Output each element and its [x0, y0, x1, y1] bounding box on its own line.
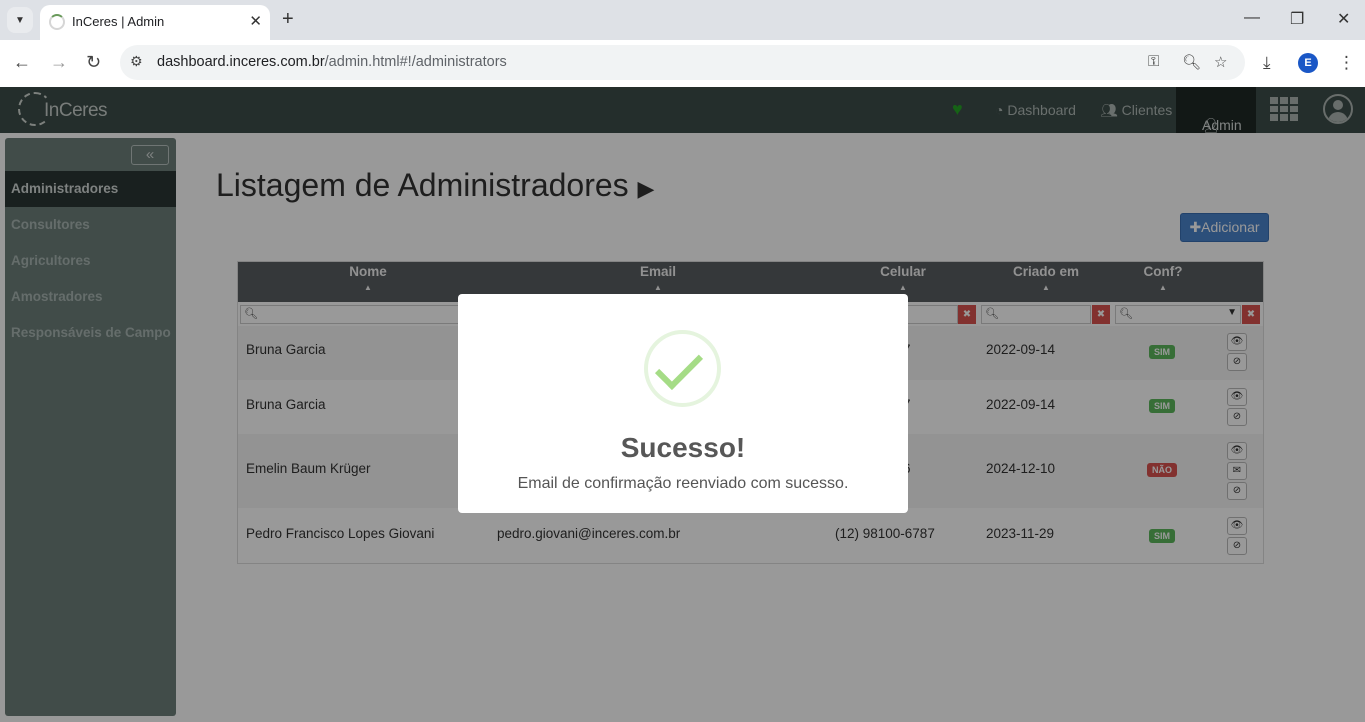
profile-avatar[interactable]: E [1298, 53, 1318, 73]
password-key-icon[interactable]: ⚿ [1148, 53, 1159, 70]
tab-title: InCeres | Admin [72, 14, 165, 29]
more-vert-icon[interactable]: ⋮ [1338, 53, 1355, 73]
window-close-icon[interactable]: ✕ [1337, 9, 1350, 29]
modal-title: Sucesso! [620, 432, 746, 463]
browser-tab-bar: ▼ InCeres | Admin ✕ + — ❐ ✕ [0, 0, 1365, 40]
download-icon[interactable]: ⤓ [1263, 53, 1271, 73]
url-text: dashboard.inceres.com.br/admin.html#!/ad… [157, 54, 507, 70]
minimize-icon[interactable]: — [1244, 9, 1260, 27]
browser-toolbar: ← → ↻ ⚙ dashboard.inceres.com.br/admin.h… [0, 40, 1365, 87]
new-tab-icon[interactable]: + [282, 8, 294, 31]
url-path: /admin.html#!/administrators [324, 54, 507, 70]
modal-message: Email de confirmação reenviado com suces… [517, 475, 849, 492]
back-arrow-icon[interactable]: ← [13, 52, 31, 73]
reload-icon[interactable]: ↻ [86, 52, 101, 73]
forward-arrow-icon[interactable]: → [50, 52, 68, 73]
site-settings-icon[interactable]: ⚙ [130, 53, 143, 70]
tab-search-button[interactable]: ▼ [7, 7, 33, 33]
address-bar[interactable]: ⚙ dashboard.inceres.com.br/admin.html#!/… [120, 45, 1245, 80]
chevron-down-icon: ▼ [15, 14, 25, 26]
restore-icon[interactable]: ❐ [1290, 9, 1304, 29]
url-domain: dashboard.inceres.com.br [157, 54, 325, 70]
zoom-icon[interactable]: 🔍︎ [1182, 53, 1201, 71]
success-modal: Sucesso! Email de confirmação reenviado … [458, 294, 908, 513]
browser-tab[interactable]: InCeres | Admin ✕ [40, 5, 270, 40]
checkmark [654, 341, 704, 391]
success-check-icon [644, 330, 721, 407]
bookmark-star-icon[interactable]: ☆ [1214, 53, 1227, 71]
close-icon[interactable]: ✕ [249, 12, 262, 30]
loading-spinner-icon [49, 14, 65, 30]
